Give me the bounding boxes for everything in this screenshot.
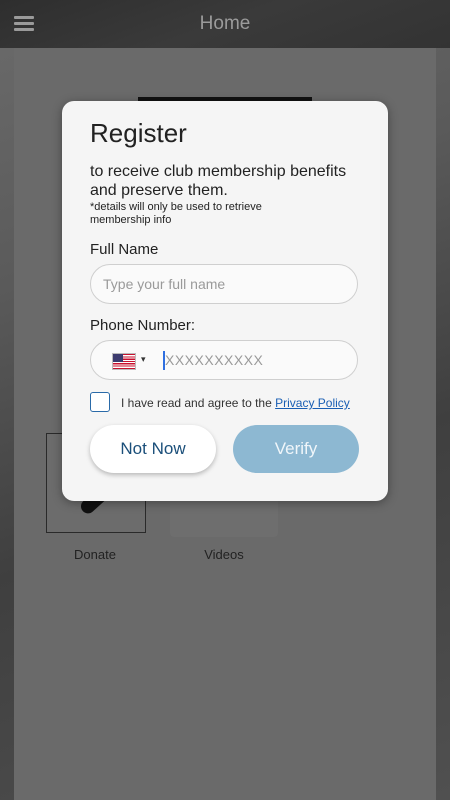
country-dropdown-icon[interactable]: ▾: [141, 354, 146, 365]
videos-label: Videos: [204, 547, 244, 562]
privacy-policy-link[interactable]: Privacy Policy: [275, 396, 350, 410]
dialog-title: Register: [90, 118, 187, 148]
not-now-button[interactable]: Not Now: [90, 425, 216, 473]
top-bar: Home: [0, 0, 450, 48]
phone-field[interactable]: ▾ XXXXXXXXXX: [90, 340, 358, 380]
agree-label: I have read and agree to the: [121, 396, 276, 410]
full-name-label: Full Name: [90, 241, 159, 258]
phone-placeholder: XXXXXXXXXX: [165, 352, 264, 368]
dialog-note: *details will only be used to retrieve m…: [90, 201, 262, 226]
privacy-checkbox[interactable]: [90, 392, 110, 412]
us-flag-icon[interactable]: [112, 353, 136, 370]
agree-text: I have read and agree to the Privacy Pol…: [121, 396, 350, 410]
dialog-subtitle: to receive club membership benefits and …: [90, 163, 347, 199]
full-name-field[interactable]: Type your full name: [90, 264, 358, 304]
page-title: Home: [199, 13, 251, 34]
donate-label: Donate: [74, 547, 116, 562]
phone-label: Phone Number:: [90, 317, 196, 334]
verify-button[interactable]: Verify: [233, 425, 359, 473]
full-name-placeholder: Type your full name: [103, 276, 226, 292]
register-dialog: Register to receive club membership bene…: [62, 101, 388, 501]
